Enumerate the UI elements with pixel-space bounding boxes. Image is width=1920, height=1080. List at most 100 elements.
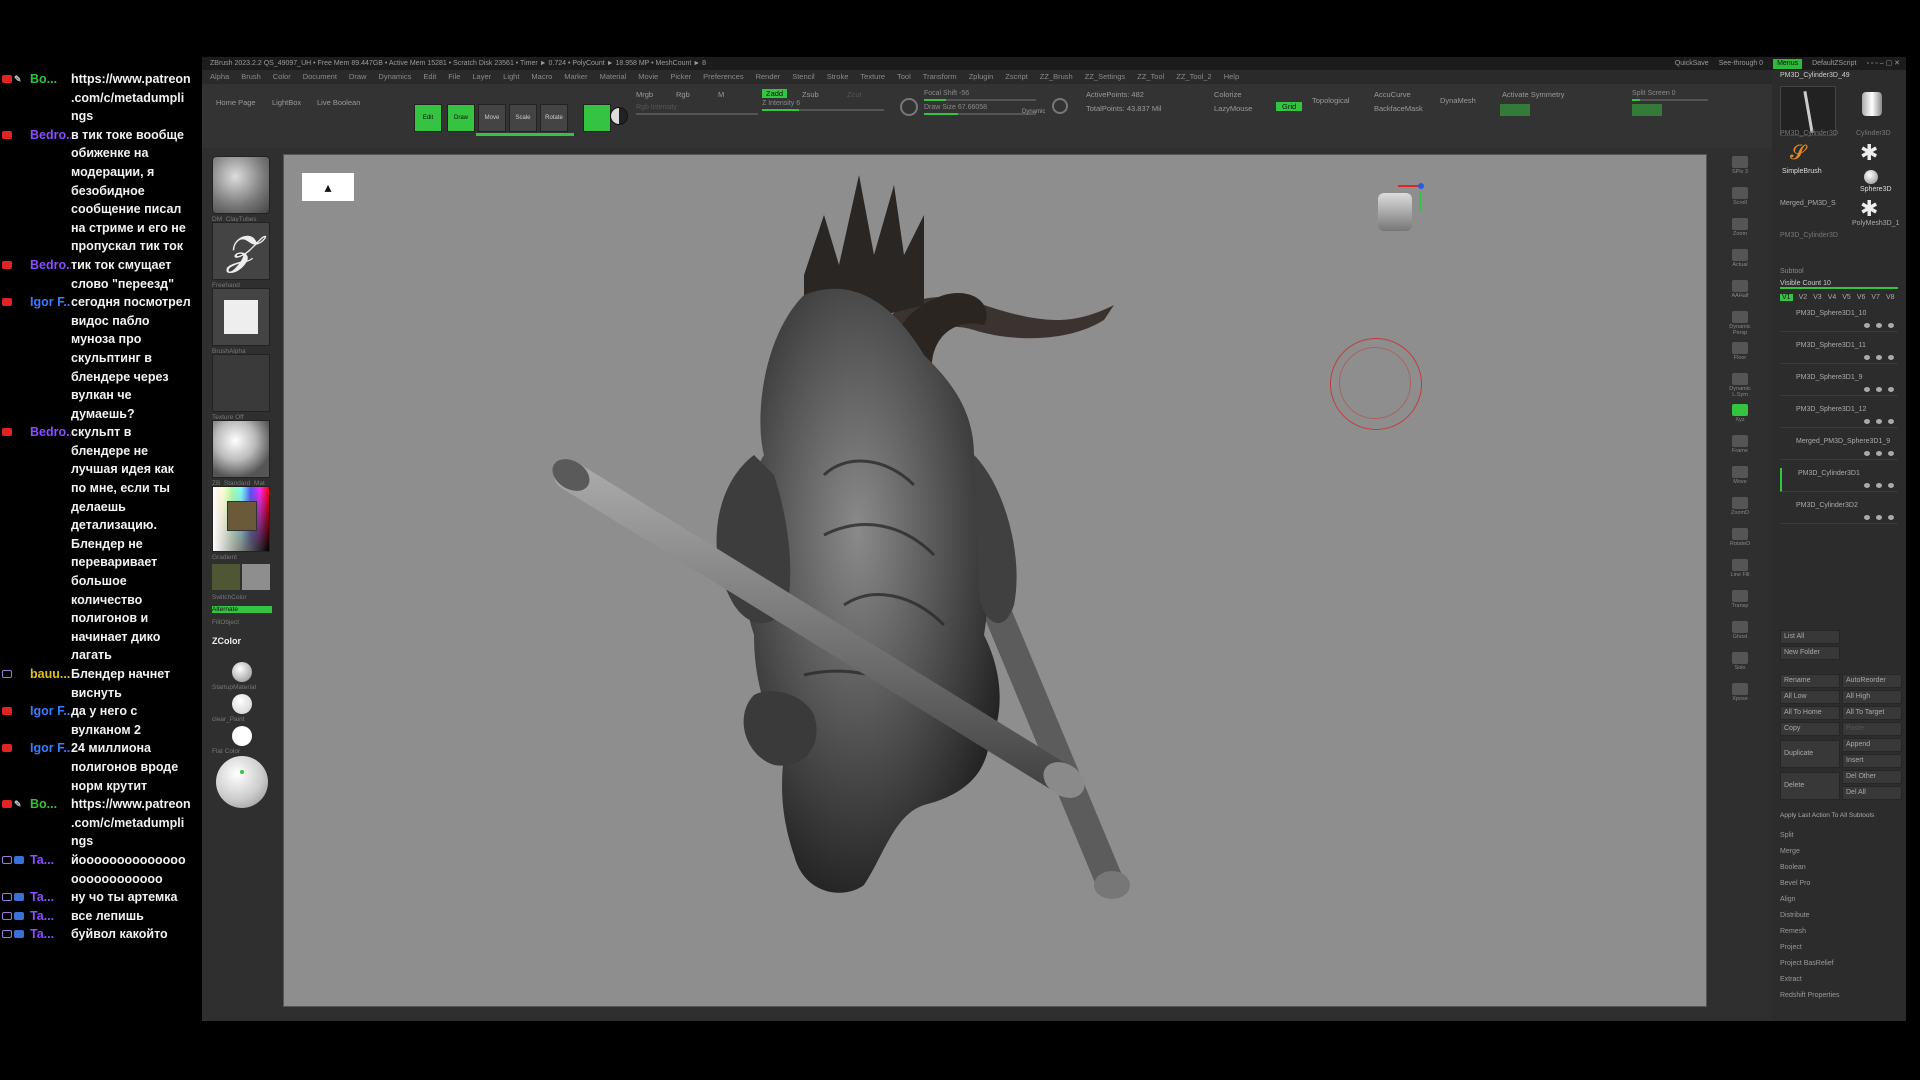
menu-transform[interactable]: Transform [923, 70, 957, 84]
chat-username[interactable]: Bedro... [30, 423, 71, 665]
zcolor-button[interactable]: ZColor [212, 636, 272, 646]
zsub-button[interactable]: Zsub [802, 90, 819, 99]
menu-file[interactable]: File [448, 70, 460, 84]
visibility-icon[interactable] [1888, 515, 1894, 520]
home-page-button[interactable]: Home Page [216, 98, 256, 107]
shelf-ghost-button[interactable]: Ghost [1726, 621, 1754, 647]
chat-username[interactable]: bauu... [30, 665, 71, 702]
flat-color-icon[interactable] [232, 726, 252, 746]
mode-edit-button[interactable]: Edit [414, 104, 442, 132]
del-other-button[interactable]: Del Other [1842, 770, 1902, 784]
menu-zscript[interactable]: Zscript [1005, 70, 1028, 84]
subtool-action-project-basrelief[interactable]: Project BasRelief [1780, 960, 1834, 967]
colorize-button[interactable]: Colorize [1214, 90, 1242, 99]
mode-rotate-button[interactable]: Rotate [540, 104, 568, 132]
shelf-xyz-button[interactable]: Xyz [1726, 404, 1754, 430]
delete-button[interactable]: Delete [1780, 772, 1840, 800]
dynamic-toggle[interactable]: Dynamic [1022, 109, 1045, 115]
shelf-actual-button[interactable]: Actual [1726, 249, 1754, 275]
lock-icon[interactable] [1876, 451, 1882, 456]
menu-alpha[interactable]: Alpha [210, 70, 229, 84]
topological-button[interactable]: Topological [1312, 96, 1350, 105]
backface-mask-button[interactable]: BackfaceMask [1374, 104, 1423, 113]
subtool-item[interactable]: PM3D_Cylinder3D1 [1780, 468, 1898, 492]
lock-icon[interactable] [1876, 419, 1882, 424]
startup-material-icon[interactable] [232, 662, 252, 682]
menus-toggle[interactable]: Menus [1773, 58, 1803, 69]
shelf-dynamic-persp-button[interactable]: Dynamic Persp [1726, 311, 1754, 337]
see-through-slider[interactable]: See-through 0 [1719, 57, 1763, 70]
menu-texture[interactable]: Texture [860, 70, 885, 84]
all-to-home-button[interactable]: All To Home [1780, 706, 1840, 720]
lock-icon[interactable] [1876, 387, 1882, 392]
menu-stroke[interactable]: Stroke [827, 70, 849, 84]
focal-shift-slider[interactable]: Focal Shift -56 [924, 90, 1036, 101]
subtool-visibility-icons[interactable] [1864, 355, 1894, 360]
sphere3d-icon[interactable] [1864, 170, 1878, 184]
mode-scale-button[interactable]: Scale [509, 104, 537, 132]
lightbox-button[interactable]: LightBox [272, 98, 301, 107]
visibility-icon[interactable] [1888, 355, 1894, 360]
eye-icon[interactable] [1864, 419, 1870, 424]
apply-last-action-button[interactable]: Apply Last Action To All Subtools [1780, 812, 1874, 819]
subtool-action-distribute[interactable]: Distribute [1780, 912, 1810, 919]
subtool-item[interactable]: PM3D_Sphere3D1_10 [1780, 308, 1898, 332]
menu-render[interactable]: Render [756, 70, 781, 84]
alternate-button[interactable]: Alternate [212, 606, 272, 613]
list-all-button[interactable]: List All [1780, 630, 1840, 644]
orientation-gizmo[interactable] [1374, 183, 1424, 235]
fill-object-button[interactable]: FillObject [212, 619, 272, 626]
subtool-action-split[interactable]: Split [1780, 832, 1794, 839]
chat-username[interactable]: Bedro... [30, 256, 71, 293]
menu-brush[interactable]: Brush [241, 70, 261, 84]
chat-username[interactable]: Ta... [30, 925, 71, 944]
chat-username[interactable]: Igor F... [30, 293, 71, 423]
eye-icon[interactable] [1864, 355, 1870, 360]
autoreorder-button[interactable]: AutoReorder [1842, 674, 1902, 688]
eye-icon[interactable] [1864, 387, 1870, 392]
shelf-aahalf-button[interactable]: AAHalf [1726, 280, 1754, 306]
default-script-button[interactable]: DefaultZScript [1812, 57, 1856, 70]
zadd-button[interactable]: Zadd [762, 89, 788, 98]
menu-preferences[interactable]: Preferences [703, 70, 743, 84]
subtool-action-bevel-pro[interactable]: Bevel Pro [1780, 880, 1810, 887]
paste-button[interactable]: Paste [1842, 722, 1902, 736]
material-icon[interactable] [212, 420, 270, 478]
new-folder-button[interactable]: New Folder [1780, 646, 1840, 660]
polymesh-1-star-icon[interactable]: ✱ [1860, 196, 1878, 222]
mode-draw-button[interactable]: Draw [447, 104, 475, 132]
visibility-icon[interactable] [1888, 387, 1894, 392]
tool-thumb-cylinder[interactable] [1844, 86, 1900, 136]
subtool-version-row[interactable]: V1 V2 V3 V4 V5 V6 V7 V8 [1780, 294, 1895, 301]
material-sphere-icon[interactable] [610, 107, 628, 125]
eye-icon[interactable] [1864, 451, 1870, 456]
lock-icon[interactable] [1876, 515, 1882, 520]
menu-zz_brush[interactable]: ZZ_Brush [1040, 70, 1073, 84]
activate-symmetry-button[interactable]: Activate Symmetry [1502, 90, 1565, 99]
chat-username[interactable]: Bo... [30, 70, 71, 126]
subtool-visibility-icons[interactable] [1864, 515, 1894, 520]
window-controls[interactable]: ▫ ▫ ▫ – ▢ ✕ [1866, 57, 1900, 70]
mode-move-button[interactable]: Move [478, 104, 506, 132]
chat-username[interactable]: Ta... [30, 907, 71, 926]
eye-icon[interactable] [1864, 515, 1870, 520]
shelf-xpose-button[interactable]: Xpose [1726, 683, 1754, 709]
menu-zz_tool_2[interactable]: ZZ_Tool_2 [1176, 70, 1211, 84]
chat-username[interactable]: Ta... [30, 851, 71, 888]
all-low-button[interactable]: All Low [1780, 690, 1840, 704]
menu-zz_settings[interactable]: ZZ_Settings [1085, 70, 1125, 84]
menu-draw[interactable]: Draw [349, 70, 367, 84]
symmetry-x-toggle[interactable] [1500, 104, 1530, 116]
chat-username[interactable]: Bedro... [30, 126, 71, 256]
duplicate-button[interactable]: Duplicate [1780, 740, 1840, 768]
shelf-zoomd-button[interactable]: ZoomD [1726, 497, 1754, 523]
subtool-action-project[interactable]: Project [1780, 944, 1802, 951]
subtool-visibility-icons[interactable] [1864, 419, 1894, 424]
sculpt-model[interactable] [284, 155, 1707, 1007]
menu-dynamics[interactable]: Dynamics [378, 70, 411, 84]
menu-macro[interactable]: Macro [531, 70, 552, 84]
menu-movie[interactable]: Movie [638, 70, 658, 84]
main-color-swatch[interactable] [212, 564, 240, 590]
shelf-scroll-button[interactable]: Scroll [1726, 187, 1754, 213]
subtool-visibility-icons[interactable] [1864, 387, 1894, 392]
